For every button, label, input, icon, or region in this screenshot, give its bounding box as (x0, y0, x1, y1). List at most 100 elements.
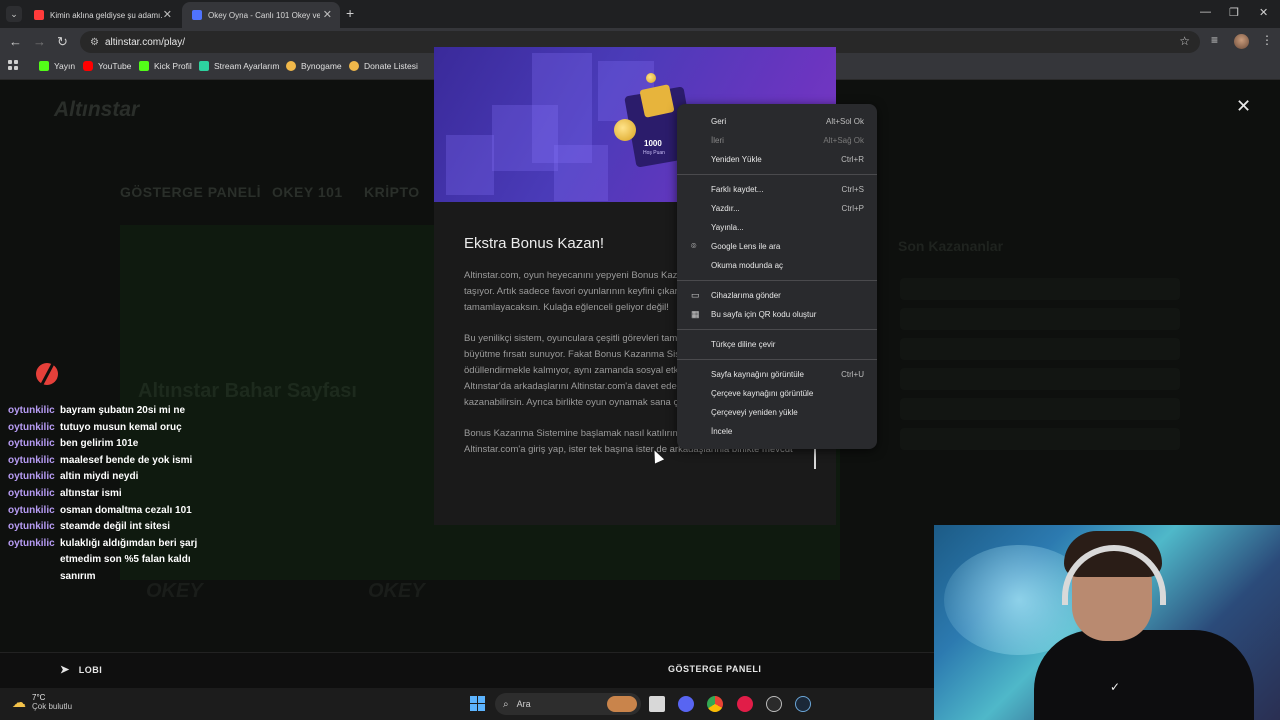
lens-icon: ⌾ (691, 241, 697, 251)
task-view-icon[interactable] (649, 696, 665, 712)
profile-avatar[interactable] (1234, 34, 1249, 49)
new-tab-plus-icon[interactable]: + (346, 5, 354, 21)
back-arrow-icon[interactable]: ← (9, 34, 22, 49)
minimize-icon[interactable]: — (1200, 6, 1211, 18)
webcam-overlay: ✓ (934, 525, 1280, 720)
chat-username: oytunkilic (8, 438, 55, 450)
menu-item-cast[interactable]: Yayınla... (677, 218, 877, 237)
menu-item-reading-mode[interactable]: Okuma modunda aç (677, 256, 877, 275)
weather-desc: Çok bulutlu (32, 702, 73, 711)
chat-username: oytunkilic (8, 405, 55, 416)
menu-item-reload-frame[interactable]: Çerçeveyi yeniden yükle (677, 403, 877, 422)
site-info-icon[interactable]: ⚙ (90, 37, 99, 48)
dimmed-footer-text: OKEY (368, 580, 425, 602)
menu-item-save-as[interactable]: Farklı kaydet... Ctrl+S (677, 180, 877, 199)
search-highlight-image (607, 696, 637, 712)
dimmed-row (900, 308, 1180, 330)
bookmark-item[interactable]: Donate Listesi (349, 61, 418, 71)
shortcut-text: Ctrl+P (841, 204, 864, 213)
altinstar-favicon-icon (192, 10, 202, 20)
chat-username: oytunkilic (8, 537, 55, 549)
search-icon: ⌕ (503, 698, 509, 710)
menu-item-view-frame-source[interactable]: Çerçeve kaynağını görüntüle (677, 384, 877, 403)
apps-grid-icon[interactable] (8, 60, 18, 70)
qr-icon: ▦ (691, 309, 700, 319)
youtube-icon (83, 61, 93, 71)
dimmed-row (900, 398, 1180, 420)
weather-widget[interactable]: ☁ 7°C Çok bulutlu (12, 693, 72, 711)
bookmark-star-icon[interactable]: ☆ (1179, 34, 1190, 48)
chat-username: oytunkilic (8, 504, 55, 516)
bookmark-item[interactable]: YouTube (83, 61, 131, 71)
dashboard-button[interactable]: GÖSTERGE PANELI (668, 664, 761, 674)
kick-chat-logo-icon (36, 363, 58, 385)
close-tab-icon[interactable]: ✕ (323, 8, 332, 21)
chrome-icon[interactable] (707, 696, 723, 712)
close-window-icon[interactable]: ✕ (1259, 6, 1268, 19)
menu-item-send-to-devices[interactable]: ▭ Cihazlarıma gönder (677, 286, 877, 305)
kebab-menu-icon[interactable]: ⋮ (1261, 33, 1273, 47)
shortcut-text: Alt+Sağ Ok (823, 136, 864, 145)
bookmark-item[interactable]: Kick Profil (139, 61, 192, 71)
media-control-icon[interactable]: ≡ (1211, 33, 1218, 47)
obs-icon[interactable] (766, 696, 782, 712)
taskbar-search[interactable]: ⌕ Ara (495, 693, 641, 715)
menu-item-view-source[interactable]: Sayfa kaynağını görüntüle Ctrl+U (677, 365, 877, 384)
windows-start-icon[interactable] (470, 696, 485, 711)
dimmed-row (900, 368, 1180, 390)
chat-text: ben gelirim 101e (60, 438, 139, 450)
close-tab-icon[interactable]: ✕ (163, 8, 172, 21)
menu-item-reload[interactable]: Yeniden Yükle Ctrl+R (677, 150, 877, 169)
menu-item-print[interactable]: Yazdır... Ctrl+P (677, 199, 877, 218)
menu-separator (677, 174, 877, 175)
menu-item-back[interactable]: Geri Alt+Sol Ok (677, 112, 877, 131)
chat-username: oytunkilic (8, 471, 55, 483)
modal-close-icon[interactable]: ✕ (1236, 96, 1251, 117)
menu-item-translate[interactable]: Türkçe diline çevir (677, 335, 877, 354)
tab-altinstar[interactable]: Okey Oyna - Canlı 101 Okey ve ... ✕ (182, 2, 340, 28)
chat-username: oytunkilic (8, 521, 55, 533)
kick-icon (139, 61, 149, 71)
tab-title: Kimin aklına geldiyse şu adamı... (50, 10, 162, 20)
bookmark-item[interactable]: Bynogame (286, 61, 342, 71)
chat-text: altin miydi neydi (60, 471, 139, 483)
chat-text: maalesef bende de yok ismi (60, 454, 193, 466)
chat-message: oytunkilic bayram şubatın 20si mi ne (8, 403, 228, 420)
reload-icon[interactable]: ↻ (57, 34, 68, 50)
shortcut-text: Ctrl+U (841, 370, 864, 379)
shirt-logo-icon: ✓ (1110, 680, 1121, 694)
restore-icon[interactable]: ❐ (1229, 6, 1239, 19)
coin-icon (646, 73, 656, 83)
dimmed-headline: Altınstar Bahar Sayfası (138, 380, 357, 402)
chat-text: tutuyo musun kemal oruç (60, 421, 182, 433)
dimmed-row (900, 428, 1180, 450)
dimmed-row (900, 278, 1180, 300)
chat-text: steamde değil int sitesi (60, 521, 171, 533)
navigation-arrow-icon: ➤ (60, 664, 70, 676)
menu-item-forward[interactable]: İleri Alt+Sağ Ok (677, 131, 877, 150)
discord-icon[interactable] (678, 696, 694, 712)
menu-item-inspect[interactable]: İncele (677, 422, 877, 441)
lobby-button[interactable]: ➤ LOBI (60, 663, 102, 676)
chat-username: oytunkilic (8, 421, 55, 433)
bookmark-item[interactable]: Stream Ayarlarım (199, 61, 280, 71)
banner-subtext: Hoş Puan (643, 150, 665, 156)
dimmed-nav-item: OKEY 101 (272, 184, 343, 200)
menu-item-google-lens[interactable]: ⌾ Google Lens ile ara (677, 237, 877, 256)
devices-icon: ▭ (691, 290, 700, 300)
dimmed-sidebar-title: Son Kazananlar (898, 238, 1004, 254)
forward-arrow-icon[interactable]: → (33, 34, 46, 49)
bookmark-item[interactable]: Yayın (39, 61, 75, 71)
menu-separator (677, 329, 877, 330)
context-menu: Geri Alt+Sol Ok İleri Alt+Sağ Ok Yeniden Y… (677, 104, 877, 449)
tab-youtube[interactable]: Kimin aklına geldiyse şu adamı... ✕ (24, 2, 180, 28)
modal-title: Ekstra Bonus Kazan! (464, 235, 605, 252)
chat-message: oytunkilic osman domaltma cezalı 101 (8, 503, 228, 520)
donate-icon (349, 61, 359, 71)
steam-icon[interactable] (795, 696, 811, 712)
tab-search-dropdown-icon[interactable]: ⌄ (6, 6, 22, 22)
tab-strip: ⌄ Kimin aklına geldiyse şu adamı... ✕ Ok… (0, 0, 1280, 28)
media-player-icon[interactable] (737, 696, 753, 712)
menu-item-qr-code[interactable]: ▦ Bu sayfa için QR kodu oluştur (677, 305, 877, 324)
kick-icon (39, 61, 49, 71)
